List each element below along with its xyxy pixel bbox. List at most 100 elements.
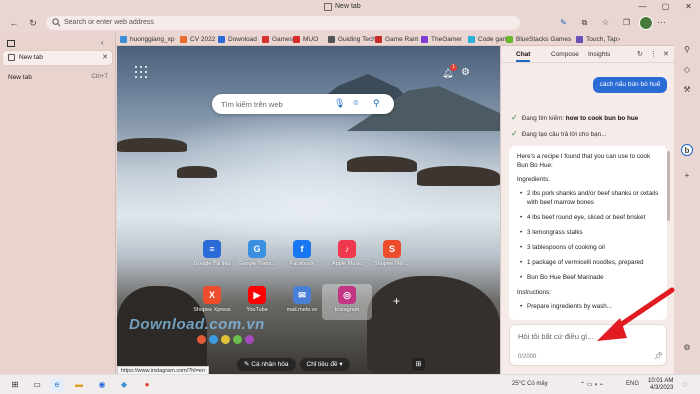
content-focus-dropdown[interactable]: Chỉ tiêu đề ▾ — [299, 358, 350, 371]
web-search-box[interactable]: Tìm kiếm trên web 🎙︎ ⌾ ⚲ — [212, 94, 394, 114]
tab-insights[interactable]: Insights — [588, 51, 610, 58]
add-site-icon[interactable]: + — [393, 294, 400, 308]
favorite-link[interactable]: Game Rant — [375, 34, 418, 44]
shopping-icon[interactable]: ◇ — [681, 64, 693, 76]
microphone-icon[interactable]: 🎙︎ — [334, 98, 345, 109]
sidebar-settings-icon[interactable]: ⚙ — [681, 342, 693, 354]
clock[interactable]: 10:01 AM 4/3/2023 — [648, 378, 673, 392]
favorite-link[interactable]: huonggiang_xp — [120, 34, 174, 44]
task-view-icon[interactable]: ▭ — [30, 378, 44, 392]
vertical-tabs-panel: ‹ New tab ✕ New tab Ctrl+T — [0, 33, 116, 374]
search-icon[interactable]: ⚲ — [373, 98, 380, 109]
bing-chat-icon[interactable]: b — [681, 144, 693, 156]
quick-link-tile[interactable]: ≡ Google Tài liệu — [187, 238, 237, 274]
quick-link-tile[interactable]: ♪ Apple Music — [322, 238, 372, 274]
pen-icon[interactable]: ✎ — [553, 16, 574, 30]
instruction-item: Prepare ingredients by wash... — [520, 302, 659, 311]
chat-input-placeholder: Hỏi tôi bất cứ điều gì... — [518, 332, 594, 341]
quick-link-label: Shopee Xpress — [193, 307, 231, 313]
answer-scrollbar[interactable] — [667, 151, 670, 221]
tab-new-tab-active[interactable]: New tab ✕ — [3, 51, 112, 65]
web-search-placeholder: Tìm kiếm trên web — [221, 100, 283, 109]
quick-link-tile[interactable]: ◎ Instagram — [322, 284, 372, 320]
collections-icon[interactable]: ❐ — [616, 16, 637, 30]
close-tab-icon[interactable]: ✕ — [102, 53, 108, 61]
add-icon[interactable]: + — [681, 170, 693, 182]
favorite-link[interactable]: Guiding Tech — [328, 34, 376, 44]
search-icon[interactable]: ⚲ — [681, 44, 693, 56]
favorite-link[interactable]: Games — [262, 34, 293, 44]
visual-search-icon[interactable]: ⌾ — [353, 98, 358, 109]
start-icon[interactable]: ⊞ — [8, 378, 22, 392]
favicon-icon — [468, 35, 475, 43]
toolbar-icons: ✎ ⧉ ☆ ❐ — [553, 16, 637, 30]
maximize-icon[interactable]: ▢ — [654, 0, 677, 14]
tab-icon — [324, 3, 332, 11]
chat-app-icon[interactable]: ◆ — [117, 378, 131, 392]
site-icon: ▶ — [248, 286, 266, 304]
new-tab-label: New tab — [8, 74, 32, 81]
chrome-icon[interactable]: ● — [140, 378, 154, 392]
ingredient-item: 2 lbs pork shanks and/or beef shanks or … — [520, 189, 659, 207]
tab-chat[interactable]: Chat — [516, 51, 531, 62]
profile-avatar[interactable] — [639, 16, 653, 30]
weather-widget[interactable]: 25°C Có mây — [512, 381, 548, 387]
window-title: New tab — [335, 3, 361, 10]
quick-link-tile[interactable]: ▶ YouTube — [232, 284, 282, 320]
tab-actions-icon[interactable] — [7, 40, 15, 47]
bot-answer: Here's a recipe I found that you can use… — [509, 146, 667, 320]
quick-link-tile[interactable]: G Google Trans... — [232, 238, 282, 274]
minimize-icon[interactable]: — — [631, 0, 654, 14]
split-screen-icon[interactable]: ⧉ — [574, 16, 595, 30]
favorite-link[interactable]: Touch, Tap — [576, 34, 617, 44]
favorite-link[interactable]: BlueStacks Games — [506, 34, 571, 44]
favorite-link[interactable]: CV 2022 — [180, 34, 215, 44]
refresh-chat-icon[interactable]: ↻ — [637, 50, 643, 58]
quick-link-label: Instagram — [334, 307, 360, 313]
favorite-label: huonggiang_xp — [130, 35, 175, 43]
address-bar[interactable]: Search or enter web address — [46, 16, 520, 30]
apps-grid-icon[interactable] — [135, 66, 147, 78]
rock — [347, 156, 417, 172]
new-tab-shortcut: Ctrl+T — [91, 74, 109, 80]
favorites-icon[interactable]: ☆ — [595, 16, 616, 30]
zoom-icon[interactable]: ◉ — [95, 378, 109, 392]
quick-link-tile[interactable]: X Shopee Xpress — [187, 284, 237, 320]
more-menu-icon[interactable]: ··· — [657, 17, 666, 27]
favorite-link[interactable]: Download — [218, 34, 257, 44]
tools-icon[interactable]: ⚒ — [681, 84, 693, 96]
user-message: cách nấu bún bò huế — [593, 77, 667, 93]
layout-view-icon[interactable]: ⊞ — [412, 358, 425, 371]
chat-input[interactable]: Hỏi tôi bất cứ điều gì... 0/2000 📌︎ — [509, 324, 667, 366]
favorite-link[interactable]: MUO — [293, 34, 318, 44]
refresh-icon[interactable]: ↻ — [27, 17, 39, 29]
back-icon[interactable]: ← — [8, 17, 20, 29]
status-url: https://www.instagram.com/?hl=en — [117, 366, 209, 374]
pin-icon[interactable]: 📌︎ — [654, 352, 663, 360]
file-explorer-icon[interactable]: ▬ — [72, 378, 86, 392]
favorite-link[interactable]: TheGamer — [421, 34, 462, 44]
new-tab-button[interactable]: New tab Ctrl+T — [3, 71, 112, 85]
tab-compose[interactable]: Compose — [551, 51, 579, 58]
quick-link-tile[interactable]: S Shopee Việt ... — [367, 238, 417, 274]
clock-date: 4/3/2023 — [650, 385, 674, 391]
collapse-panel-icon[interactable]: ‹ — [101, 38, 104, 47]
quick-link-label: Google Tài liệu — [193, 261, 231, 267]
quick-link-tile[interactable]: ✉ mail.mets.vn — [277, 284, 327, 320]
personalize-button[interactable]: ✎ Cá nhân hóa — [237, 358, 296, 371]
watermark-logo: Download.com.vn — [129, 316, 265, 333]
favicon-icon — [180, 35, 187, 43]
more-options-icon[interactable]: ⋮ — [650, 50, 657, 58]
notifications-icon[interactable]: ◌ — [682, 379, 687, 389]
quick-link-tile[interactable]: f Facebook — [277, 238, 327, 274]
tray-icons[interactable]: ⌃ ▭ ◖ ⌁ — [580, 381, 603, 388]
language-indicator[interactable]: ENG — [626, 381, 639, 387]
edge-browser-icon[interactable]: e — [50, 378, 64, 392]
more-favorites-icon[interactable]: › — [618, 34, 620, 44]
rock — [417, 166, 500, 186]
close-sidebar-icon[interactable]: ✕ — [663, 50, 669, 58]
close-icon[interactable]: ✕ — [677, 0, 700, 14]
site-icon: X — [203, 286, 221, 304]
settings-gear-icon[interactable]: ⚙ — [461, 67, 470, 78]
generating-status: ✓ Đang tạo câu trả lời cho bạn... — [511, 129, 606, 138]
